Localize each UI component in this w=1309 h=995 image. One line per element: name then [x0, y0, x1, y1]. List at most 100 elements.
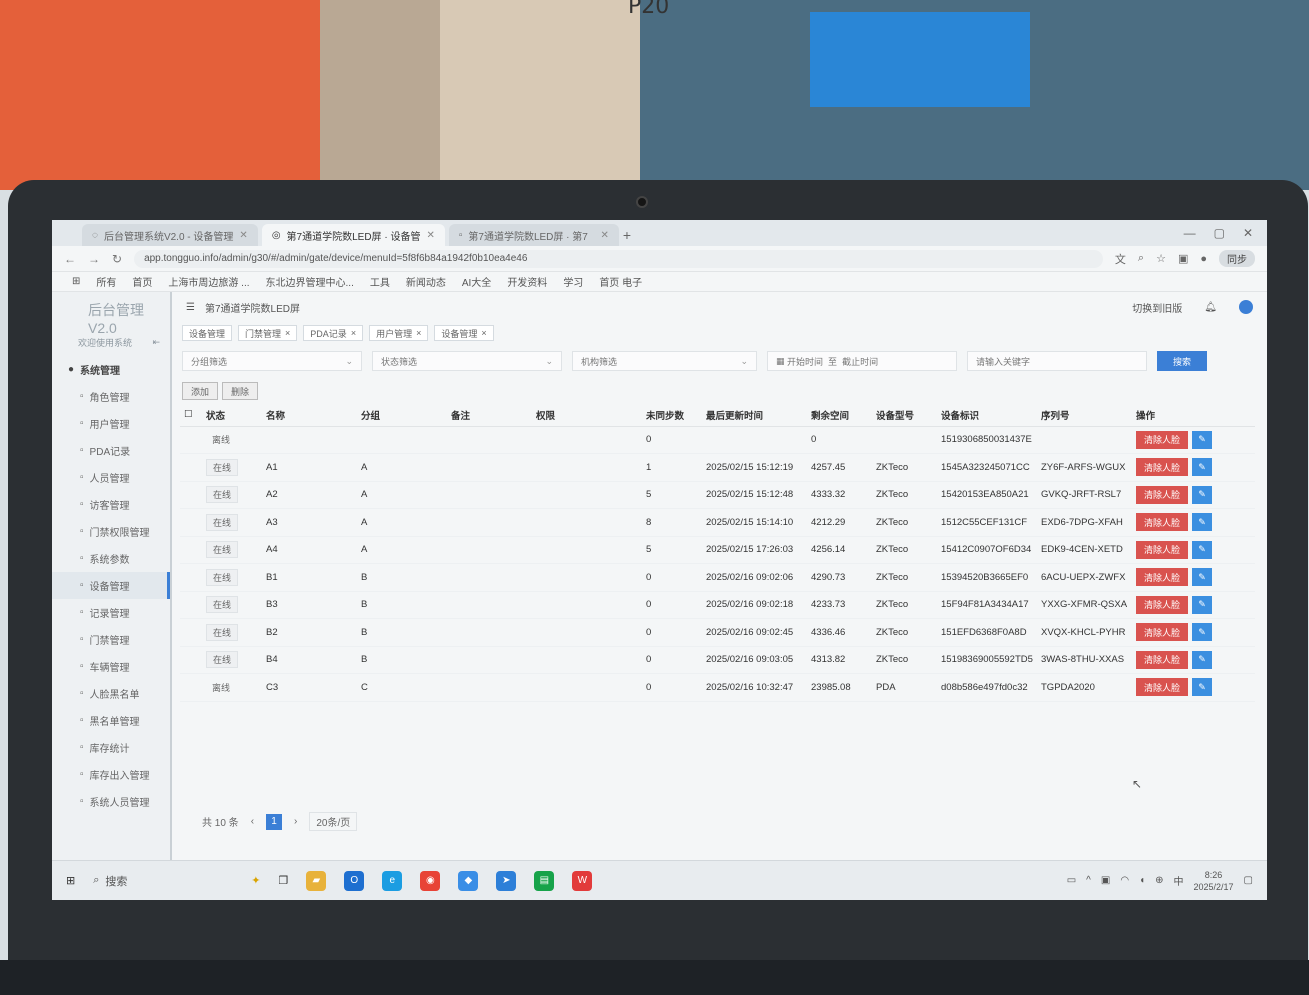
clear-face-button[interactable]: 清除人脸 — [1136, 650, 1188, 669]
file-explorer-icon[interactable]: ▰ — [306, 870, 327, 891]
bookmark-item[interactable]: 首页 — [132, 274, 152, 289]
wps-icon[interactable]: W — [572, 870, 593, 891]
edit-icon[interactable]: ✎ — [1192, 595, 1212, 614]
table-row[interactable]: 在线 A1 A 1 2025/02/15 15:12:19 4257.45 ZKTeco 15… — [180, 453, 1255, 482]
select-all-checkbox[interactable]: ☐ — [180, 404, 202, 427]
bookmark-item[interactable]: 工具 — [370, 274, 390, 289]
sidebar-item[interactable]: ▫ 门禁管理 — [52, 626, 170, 653]
bookmark-item[interactable]: 首页 电子 — [599, 274, 642, 289]
bookmark-item[interactable]: AI大全 — [462, 274, 491, 289]
row-checkbox[interactable] — [180, 618, 202, 647]
table-row[interactable]: 在线 A3 A 8 2025/02/15 15:14:10 4212.29 ZKTeco 15… — [180, 508, 1255, 537]
battery-icon[interactable]: ▭ — [1067, 875, 1076, 886]
clear-face-button[interactable]: 清除人脸 — [1136, 623, 1188, 642]
tray-app-icon[interactable]: ▣ — [1101, 875, 1110, 886]
sidebar-item[interactable]: ▫ 系统人员管理 — [52, 788, 170, 815]
switch-version-link[interactable]: 切换到旧版 — [1132, 300, 1182, 315]
sidebar-item[interactable]: ▫ 访客管理 — [52, 491, 170, 518]
page-current[interactable]: 1 — [266, 813, 283, 830]
edit-icon[interactable]: ✎ — [1192, 678, 1212, 697]
nav-tag[interactable]: 设备管理 — [182, 325, 233, 341]
clear-face-button[interactable]: 清除人脸 — [1136, 485, 1188, 504]
add-button[interactable]: 添加 — [182, 382, 219, 400]
outlook-icon[interactable]: O — [344, 870, 365, 891]
taskbar-search[interactable]: ⌕ 搜索 — [93, 873, 233, 889]
table-row[interactable]: 离线 0 0 1519306850031437E 清除人脸 ✎ — [180, 426, 1255, 454]
translate-icon[interactable]: 文 — [1115, 251, 1126, 267]
search-button[interactable]: 搜索 — [1157, 351, 1207, 371]
chevron-up-icon[interactable]: ^ — [1086, 875, 1091, 886]
row-checkbox[interactable] — [180, 426, 202, 454]
sync-button[interactable]: 同步 — [1219, 250, 1255, 267]
date-range-picker[interactable]: ▦ 开始时间 至 截止时间 — [767, 351, 957, 371]
clear-face-button[interactable]: 清除人脸 — [1136, 678, 1188, 697]
table-row[interactable]: 离线 C3 C 0 2025/02/16 10:32:47 23985.08 PDA d08b… — [180, 673, 1255, 702]
edit-icon[interactable]: ✎ — [1192, 568, 1212, 587]
row-checkbox[interactable] — [180, 536, 202, 564]
clear-face-button[interactable]: 清除人脸 — [1136, 540, 1188, 559]
store-icon[interactable]: ▤ — [534, 870, 555, 891]
edit-icon[interactable]: ✎ — [1192, 458, 1212, 477]
table-row[interactable]: 在线 A4 A 5 2025/02/15 17:26:03 4256.14 ZKTeco 15… — [180, 536, 1255, 564]
speaker-icon[interactable]: ◖ — [1139, 875, 1145, 886]
globe-icon[interactable]: ⊕ — [1155, 875, 1163, 886]
next-page-icon[interactable]: › — [294, 816, 297, 827]
row-checkbox[interactable] — [180, 453, 202, 482]
close-icon[interactable]: ✕ — [600, 230, 608, 241]
close-icon[interactable]: ✕ — [239, 230, 247, 241]
maximize-icon[interactable]: ▢ — [1214, 226, 1225, 240]
back-arrow-icon[interactable]: ← — [64, 252, 76, 266]
row-checkbox[interactable] — [180, 508, 202, 537]
collapse-icon[interactable]: ⇤ — [152, 337, 160, 348]
clear-face-button[interactable]: 清除人脸 — [1136, 513, 1188, 532]
keyword-input[interactable]: 请输入关键字 — [967, 351, 1147, 371]
browser-tab-2[interactable]: ◎ 第7通道学院数LED屏 · 设备管 ✕ — [261, 224, 445, 246]
close-icon[interactable]: × — [285, 328, 290, 338]
sidebar-item[interactable]: ▫ 门禁权限管理 — [52, 518, 170, 545]
bookmark-item[interactable]: 东北边界管理中心... — [266, 274, 354, 289]
bookmark-item[interactable]: 新闻动态 — [406, 274, 446, 289]
nav-tag[interactable]: PDA记录 × — [303, 325, 364, 341]
url-input[interactable]: app.tongguo.info/admin/g30/#/admin/gate/… — [134, 249, 1103, 268]
table-row[interactable]: 在线 B3 B 0 2025/02/16 09:02:18 4233.73 ZKTeco 15… — [180, 591, 1255, 619]
reload-icon[interactable]: ↻ — [112, 252, 122, 266]
row-checkbox[interactable] — [180, 673, 202, 702]
clear-face-button[interactable]: 清除人脸 — [1136, 430, 1188, 449]
nav-tag[interactable]: 设备管理 × — [434, 325, 494, 341]
bell-icon[interactable]: 🔔︎ — [1204, 302, 1217, 313]
close-window-icon[interactable]: ✕ — [1243, 226, 1253, 240]
avatar[interactable] — [1239, 300, 1253, 314]
sidebar-item[interactable]: ▫ 系统参数 — [52, 545, 170, 572]
type-select[interactable]: 机构筛选 ⌄ — [572, 351, 757, 371]
close-icon[interactable]: × — [481, 328, 486, 338]
prev-page-icon[interactable]: ‹ — [251, 816, 254, 827]
forward-arrow-icon[interactable]: → — [88, 252, 100, 266]
page-size-select[interactable]: 20条/页 — [309, 812, 358, 831]
sidebar-item[interactable]: ▫ 库存出入管理 — [52, 761, 170, 788]
edge-icon[interactable]: e — [382, 870, 403, 891]
chrome-icon[interactable]: ◉ — [420, 870, 441, 891]
language-indicator[interactable]: 中 — [1174, 873, 1184, 888]
row-checkbox[interactable] — [180, 646, 202, 674]
sidebar-item[interactable]: ▫ PDA记录 — [52, 437, 170, 464]
row-checkbox[interactable] — [180, 591, 202, 619]
status-select[interactable]: 状态筛选 ⌄ — [372, 351, 562, 371]
edit-icon[interactable]: ✎ — [1192, 650, 1212, 669]
clear-face-button[interactable]: 清除人脸 — [1136, 595, 1188, 614]
feishu-icon[interactable]: ➤ — [496, 870, 517, 891]
extensions-icon[interactable]: ▣ — [1178, 252, 1188, 265]
sidebar-item[interactable]: ▫ 库存统计 — [52, 734, 170, 761]
task-view-icon[interactable]: ❐ — [278, 874, 288, 887]
app-icon[interactable]: ◆ — [458, 870, 479, 891]
table-row[interactable]: 在线 B4 B 0 2025/02/16 09:03:05 4313.82 ZKTeco 15… — [180, 646, 1255, 674]
hamburger-icon[interactable]: ☰ — [186, 302, 195, 313]
clear-face-button[interactable]: 清除人脸 — [1136, 458, 1188, 477]
bookmark-item[interactable]: 学习 — [563, 274, 583, 289]
clock[interactable]: 8:26 2025/2/17 — [1194, 869, 1234, 893]
delete-button[interactable]: 删除 — [222, 382, 259, 400]
bookmark-item[interactable]: 所有 — [96, 274, 116, 289]
apps-grid-icon[interactable]: ⊞ — [72, 276, 80, 287]
edit-icon[interactable]: ✎ — [1192, 623, 1212, 642]
windows-start-icon[interactable]: ⊞ — [66, 874, 75, 887]
browser-tab-3[interactable]: ▫ 第7通道学院数LED屏 · 第7 ✕ — [448, 224, 619, 246]
